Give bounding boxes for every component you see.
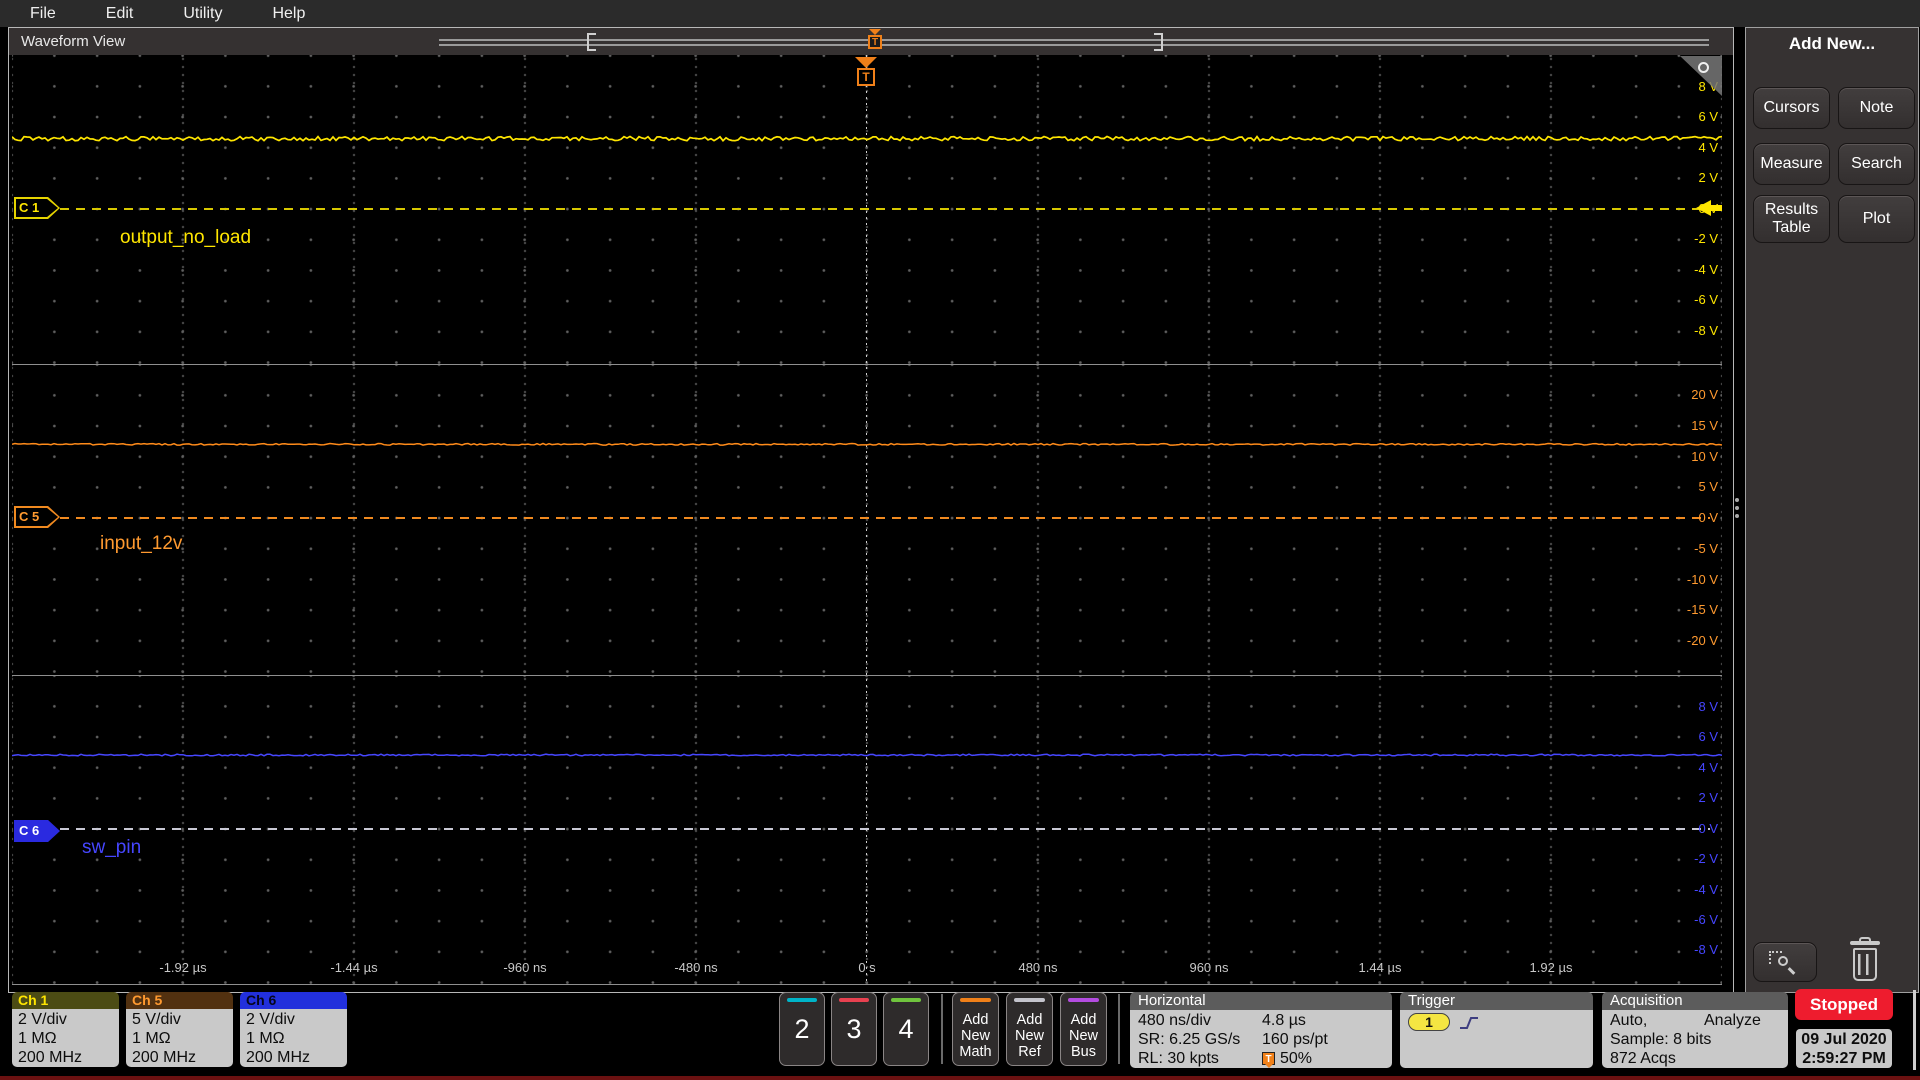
ch1-waveform-label: output_no_load	[120, 227, 252, 248]
ch5-bandwidth: 200 MHz	[132, 1049, 197, 1066]
ch1-badge[interactable]: Ch 1 2 V/div 1 MΩ 200 MHz	[12, 992, 119, 1067]
time: 2:59:27 PM	[1802, 1050, 1886, 1067]
trace-sw_pin	[12, 753, 1722, 757]
ch1-scale: 2 V/div	[18, 1011, 67, 1028]
waveform-view-title: Waveform View	[21, 33, 126, 50]
bottom-edge-strip	[0, 1076, 1920, 1080]
trace-input_12v	[12, 442, 1722, 446]
panel-divider-grip[interactable]	[1735, 498, 1739, 524]
ch4-display-button[interactable]: 4	[883, 992, 929, 1066]
search-button[interactable]: Search	[1838, 143, 1915, 185]
trigger-level-arrow[interactable]	[1696, 200, 1722, 217]
overview-window-right-bracket[interactable]	[1154, 33, 1163, 51]
acquisition-panel[interactable]: Acquisition Auto, Analyze Sample: 8 bits…	[1602, 992, 1788, 1068]
waveform-view-header: Waveform View T	[9, 28, 1733, 55]
ch2-display-button[interactable]: 2	[779, 992, 825, 1066]
add-new-bus-button[interactable]: Add New Bus	[1060, 992, 1107, 1066]
date: 09 Jul 2020	[1801, 1031, 1887, 1048]
panel-edge	[1913, 990, 1916, 1070]
ch3-color-bar	[839, 998, 869, 1002]
math-color-bar	[960, 998, 991, 1002]
ch4-color-bar	[891, 998, 921, 1002]
divider	[941, 994, 943, 1064]
ref-color-bar	[1014, 998, 1045, 1002]
cursors-button[interactable]: Cursors	[1753, 87, 1830, 129]
trigger-arrow-icon	[855, 57, 877, 68]
trigger-flag-icon: T	[1262, 1052, 1275, 1068]
horizontal-panel[interactable]: Horizontal 480 ns/div 4.8 µs SR: 6.25 GS…	[1130, 992, 1392, 1068]
trigger-position-marker[interactable]: T	[852, 57, 882, 89]
measure-button[interactable]: Measure	[1753, 143, 1830, 185]
ch3-display-button[interactable]: 3	[831, 992, 877, 1066]
oscilloscope-screen: File Edit Utility Help Waveform View T C…	[0, 0, 1920, 1080]
magnifier-icon	[1778, 956, 1788, 966]
menu-utility[interactable]: Utility	[183, 5, 222, 23]
trigger-level-arrow-icon	[1696, 200, 1711, 216]
ch6-waveform-label: sw_pin	[82, 837, 142, 858]
ch6-impedance: 1 MΩ	[246, 1030, 285, 1047]
trigger-panel[interactable]: Trigger 1	[1400, 992, 1593, 1068]
divider	[1118, 994, 1120, 1064]
zoom-tool-button[interactable]	[1753, 942, 1817, 982]
overview-window-left-bracket[interactable]	[587, 33, 596, 51]
add-new-ref-button[interactable]: Add New Ref	[1006, 992, 1053, 1066]
add-new-title: Add New...	[1788, 34, 1876, 53]
menu-edit[interactable]: Edit	[106, 5, 134, 23]
ch1-reference-handle[interactable]: C 1	[14, 197, 60, 219]
rising-edge-icon	[1460, 1017, 1478, 1029]
trigger-t-icon: T	[868, 35, 882, 49]
ch6-badge[interactable]: Ch 6 2 V/div 1 MΩ 200 MHz	[240, 992, 347, 1067]
datetime-display: 09 Jul 2020 2:59:27 PM	[1796, 1029, 1892, 1068]
ch5-waveform-label: input_12v	[100, 533, 183, 554]
ch2-color-bar	[787, 998, 817, 1002]
menu-help[interactable]: Help	[272, 5, 305, 23]
acquisition-title: Acquisition	[1602, 992, 1788, 1010]
horizontal-window: 4.8 µs	[1262, 1012, 1306, 1029]
ch5-reference-handle[interactable]: C 5	[14, 506, 60, 528]
ch5-scale: 5 V/div	[132, 1011, 181, 1028]
ch6-bandwidth: 200 MHz	[246, 1049, 311, 1066]
ch1-impedance: 1 MΩ	[18, 1030, 57, 1047]
note-button[interactable]: Note	[1838, 87, 1915, 129]
results-table-button[interactable]: Results Table	[1753, 195, 1830, 243]
trigger-title: Trigger	[1400, 992, 1593, 1010]
trigger-source-badge: 1	[1408, 1013, 1450, 1031]
magnifier-icon	[1698, 62, 1709, 73]
horizontal-scale: 480 ns/div	[1138, 1012, 1211, 1029]
graticule[interactable]: C 1 C 5 C 6 output_no_load input_12v sw_…	[12, 55, 1722, 985]
resolution: 160 ps/pt	[1262, 1031, 1328, 1048]
overview-trigger-marker[interactable]: T	[862, 29, 888, 55]
waveform-traces	[12, 135, 1722, 757]
ch6-scale: 2 V/div	[246, 1011, 295, 1028]
menu-file[interactable]: File	[30, 5, 56, 23]
acquisition-mode: Auto,	[1610, 1012, 1648, 1029]
trash-icon[interactable]	[1847, 936, 1883, 984]
add-new-math-button[interactable]: Add New Math	[952, 992, 999, 1066]
trace-output_no_load	[12, 135, 1722, 142]
plot-button[interactable]: Plot	[1838, 195, 1915, 243]
menu-bar: File Edit Utility Help	[0, 0, 1920, 27]
bus-color-bar	[1068, 998, 1099, 1002]
ch1-bandwidth: 200 MHz	[18, 1049, 83, 1066]
record-length: RL: 30 kpts	[1138, 1050, 1219, 1067]
trigger-t-icon: T	[857, 68, 875, 86]
acquisition-sample: Sample: 8 bits	[1610, 1031, 1712, 1048]
acquisition-count: 872 Acqs	[1610, 1050, 1676, 1067]
run-state-badge[interactable]: Stopped	[1795, 989, 1893, 1020]
trigger-position: 50%	[1280, 1050, 1313, 1067]
record-overview-bar[interactable]	[439, 39, 1709, 46]
acquisition-analyze: Analyze	[1704, 1012, 1761, 1029]
ch6-reference-handle[interactable]: C 6	[14, 820, 60, 842]
sample-rate: SR: 6.25 GS/s	[1138, 1031, 1241, 1048]
ch5-impedance: 1 MΩ	[132, 1030, 171, 1047]
ch5-badge[interactable]: Ch 5 5 V/div 1 MΩ 200 MHz	[126, 992, 233, 1067]
horizontal-title: Horizontal	[1130, 992, 1392, 1010]
